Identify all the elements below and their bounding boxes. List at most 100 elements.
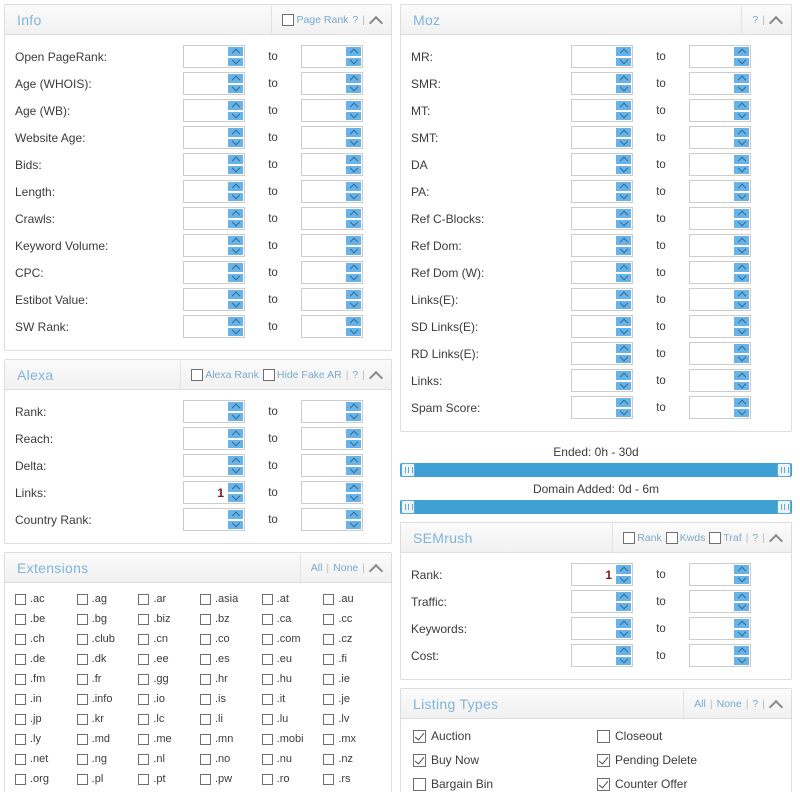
alexa-row-2-max-decrement-icon[interactable] [345, 465, 362, 476]
moz-row-13-min-input[interactable] [572, 397, 616, 418]
chevron-up-icon[interactable] [369, 368, 383, 382]
extension-item-lu[interactable]: .lu [261, 713, 322, 725]
listing-types-select-all-link[interactable]: All [694, 698, 706, 710]
semrush-kwds-checkbox-group[interactable]: Kwds [665, 531, 705, 544]
extension-checkbox-net[interactable] [15, 753, 26, 765]
extension-item-info[interactable]: .info [76, 693, 137, 705]
extension-checkbox-ar[interactable] [138, 593, 150, 605]
extension-item-net[interactable]: .net [15, 753, 75, 765]
info-row-1-min-decrement-icon[interactable] [227, 83, 244, 94]
info-row-8-max-decrement-icon[interactable] [345, 272, 362, 283]
extensions-select-none-link[interactable]: None [333, 562, 358, 574]
info-row-0-max-input[interactable] [302, 46, 346, 67]
alexa-row-2-min-decrement-icon[interactable] [227, 465, 244, 476]
semrush-row-0-max-input[interactable] [690, 564, 734, 585]
extension-checkbox-gg[interactable] [138, 673, 150, 685]
moz-row-8-max[interactable] [689, 261, 751, 284]
alexa-row-1-max[interactable] [301, 427, 363, 450]
extension-checkbox-biz[interactable] [138, 613, 150, 625]
alexa-row-2-max-input[interactable] [302, 455, 346, 476]
semrush-traf-checkbox-group[interactable]: Traf [709, 531, 742, 544]
info-row-6-min[interactable] [183, 207, 245, 230]
extension-checkbox-lu[interactable] [261, 713, 273, 725]
alexa-row-0-max[interactable] [301, 400, 363, 423]
moz-row-6-min-decrement-icon[interactable] [615, 218, 632, 229]
info-row-9-max[interactable] [301, 288, 363, 311]
info-row-4-max[interactable] [301, 153, 363, 176]
alexa-row-3-min-input[interactable] [184, 482, 228, 503]
extension-item-es[interactable]: .es [200, 653, 260, 665]
info-row-4-min-decrement-icon[interactable] [227, 164, 244, 175]
alexa-row-0-min-decrement-icon[interactable] [227, 411, 244, 422]
extension-checkbox-ch[interactable] [15, 633, 26, 645]
extension-checkbox-dk[interactable] [76, 653, 88, 665]
moz-row-6-max[interactable] [689, 207, 751, 230]
listing-type-item-buy-now[interactable]: Buy Now [413, 753, 597, 767]
moz-row-13-min[interactable] [571, 396, 633, 419]
listing-type-item-bargain-bin[interactable]: Bargain Bin [413, 777, 597, 791]
moz-row-4-min-input[interactable] [572, 154, 616, 175]
listing-type-checkbox-bargain-bin[interactable] [413, 777, 426, 791]
info-row-1-max-input[interactable] [302, 73, 346, 94]
moz-row-3-min-decrement-icon[interactable] [615, 137, 632, 148]
extension-item-cc[interactable]: .cc [323, 613, 383, 625]
extension-checkbox-ee[interactable] [138, 653, 150, 665]
extension-checkbox-pw[interactable] [200, 773, 211, 785]
extension-item-at[interactable]: .at [261, 593, 322, 605]
slider-handle-max-ended[interactable] [777, 463, 791, 477]
extension-checkbox-asia[interactable] [200, 593, 211, 605]
info-row-6-min-input[interactable] [184, 208, 228, 229]
alexa-row-3-min[interactable] [183, 481, 245, 504]
extension-item-ch[interactable]: .ch [15, 633, 75, 645]
semrush-row-2-max[interactable] [689, 617, 751, 640]
semrush-row-1-min[interactable] [571, 590, 633, 613]
slider-ended[interactable] [400, 463, 792, 477]
extension-item-fr[interactable]: .fr [76, 673, 137, 685]
moz-row-6-max-input[interactable] [690, 208, 734, 229]
info-row-9-min[interactable] [183, 288, 245, 311]
extension-checkbox-bg[interactable] [76, 613, 88, 625]
moz-row-4-max-decrement-icon[interactable] [733, 164, 750, 175]
moz-row-5-max[interactable] [689, 180, 751, 203]
extension-checkbox-jp[interactable] [15, 713, 26, 725]
extension-checkbox-co[interactable] [200, 633, 211, 645]
semrush-row-1-max[interactable] [689, 590, 751, 613]
hide-fake-ar-checkbox-group[interactable]: Hide Fake AR [262, 368, 342, 381]
listing-type-item-pending-delete[interactable]: Pending Delete [597, 753, 781, 767]
moz-row-5-min-input[interactable] [572, 181, 616, 202]
info-row-9-max-decrement-icon[interactable] [345, 299, 362, 310]
extension-checkbox-fi[interactable] [323, 653, 335, 665]
extension-checkbox-fr[interactable] [76, 673, 88, 685]
moz-help-link[interactable]: ? [752, 14, 758, 26]
moz-row-12-max-input[interactable] [690, 370, 734, 391]
extension-item-me[interactable]: .me [138, 733, 198, 745]
info-row-4-min-input[interactable] [184, 154, 228, 175]
info-row-2-max[interactable] [301, 99, 363, 122]
info-row-10-min-input[interactable] [184, 316, 228, 337]
extension-item-li[interactable]: .li [200, 713, 260, 725]
semrush-row-2-min-input[interactable] [572, 618, 616, 639]
alexa-row-0-max-decrement-icon[interactable] [345, 411, 362, 422]
extension-item-kr[interactable]: .kr [76, 713, 137, 725]
extension-checkbox-cz[interactable] [323, 633, 335, 645]
moz-row-8-min-decrement-icon[interactable] [615, 272, 632, 283]
listing-type-checkbox-auction[interactable] [413, 729, 426, 743]
info-row-1-max-decrement-icon[interactable] [345, 83, 362, 94]
moz-row-10-min-decrement-icon[interactable] [615, 326, 632, 337]
alexa-row-4-max-decrement-icon[interactable] [345, 519, 362, 530]
info-row-8-min-decrement-icon[interactable] [227, 272, 244, 283]
extension-checkbox-nl[interactable] [138, 753, 150, 765]
extension-checkbox-com[interactable] [261, 633, 273, 645]
extension-item-nu[interactable]: .nu [261, 753, 322, 765]
extension-item-nl[interactable]: .nl [138, 753, 198, 765]
info-row-3-max-input[interactable] [302, 127, 346, 148]
semrush-row-3-max[interactable] [689, 644, 751, 667]
semrush-row-2-min-decrement-icon[interactable] [615, 628, 632, 639]
extension-item-co[interactable]: .co [200, 633, 260, 645]
extension-item-pt[interactable]: .pt [138, 773, 198, 785]
page-rank-checkbox-group[interactable]: Page Rank [282, 13, 348, 26]
info-row-10-max-decrement-icon[interactable] [345, 326, 362, 337]
info-row-8-max-input[interactable] [302, 262, 346, 283]
info-row-10-max-input[interactable] [302, 316, 346, 337]
extension-checkbox-ie[interactable] [323, 673, 335, 685]
